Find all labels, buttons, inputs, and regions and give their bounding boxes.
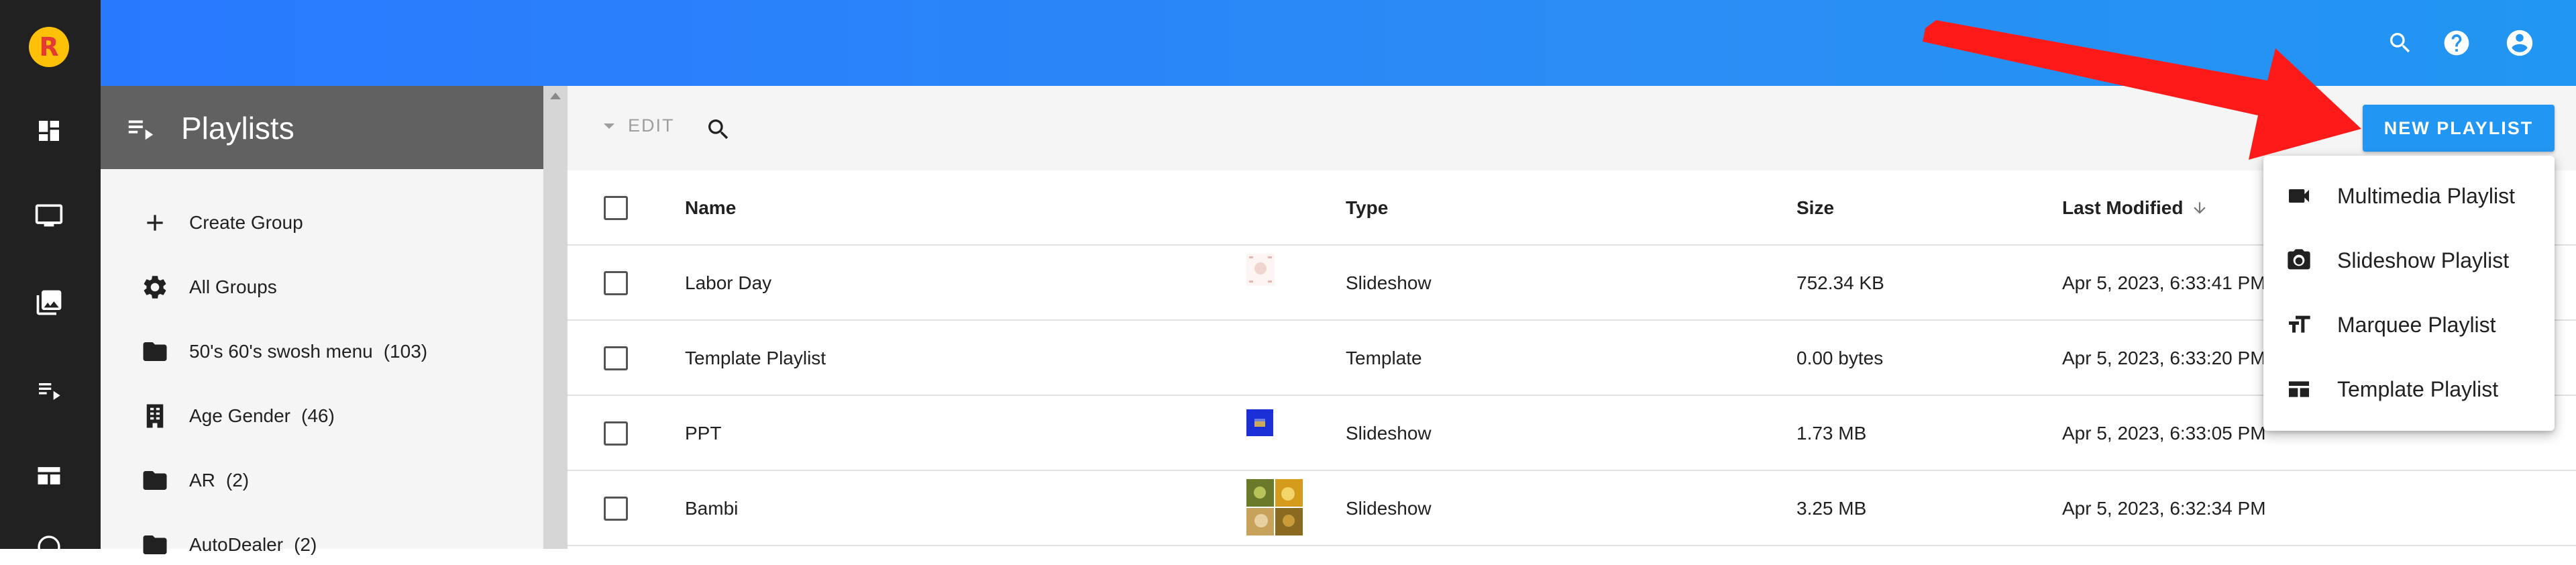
- menu-item-label: Slideshow Playlist: [2337, 248, 2510, 272]
- panel-scrollbar[interactable]: [543, 86, 568, 549]
- folder-icon: [138, 335, 172, 368]
- playlist-size: 752.34 KB: [1796, 272, 1884, 293]
- menu-item-template-playlist[interactable]: Template Playlist: [2263, 357, 2555, 421]
- playlist-size: 3.25 MB: [1796, 498, 1867, 519]
- playlist-modified: Apr 5, 2023, 6:33:05 PM: [2062, 423, 2266, 444]
- create-group-item[interactable]: Create Group: [138, 203, 303, 243]
- row-checkbox[interactable]: [604, 421, 628, 446]
- camera-icon: [2282, 244, 2316, 277]
- menu-item-multimedia-playlist[interactable]: Multimedia Playlist: [2263, 164, 2555, 228]
- folder-icon: [138, 464, 172, 497]
- menu-item-marquee-playlist[interactable]: Marquee Playlist: [2263, 293, 2555, 357]
- logo-letter: R: [39, 32, 59, 62]
- sort-descending-icon: [2194, 202, 2206, 214]
- menu-item-label: Marquee Playlist: [2337, 312, 2496, 337]
- new-playlist-menu: Multimedia Playlist Slideshow Playlist M…: [2263, 156, 2555, 431]
- group-label: 50's 60's swosh menu: [189, 341, 373, 362]
- new-playlist-button[interactable]: NEW PLAYLIST: [2363, 105, 2555, 152]
- playlist-type: Template: [1346, 348, 1422, 368]
- playlist-name: Labor Day: [685, 272, 772, 293]
- folder-icon: [138, 528, 172, 562]
- playlist-modified: Apr 5, 2023, 6:33:20 PM: [2062, 348, 2266, 368]
- table-row[interactable]: Bambi Slideshow 3.25 MB Apr 5, 2023, 6:3…: [568, 471, 2576, 546]
- all-groups-item[interactable]: All Groups: [138, 267, 277, 307]
- group-item[interactable]: 50's 60's swosh menu (103): [138, 331, 427, 372]
- playlist-type: Slideshow: [1346, 498, 1432, 519]
- playlist-size: 1.73 MB: [1796, 423, 1867, 444]
- column-last-modified-label: Last Modified: [2062, 197, 2184, 218]
- menu-item-slideshow-playlist[interactable]: Slideshow Playlist: [2263, 228, 2555, 293]
- playlist-name: Bambi: [685, 498, 739, 519]
- gear-icon: [138, 270, 172, 304]
- top-app-bar: [101, 0, 2576, 86]
- row-checkbox[interactable]: [604, 271, 628, 295]
- group-count: (46): [301, 405, 335, 426]
- group-label: AutoDealer: [189, 534, 284, 555]
- group-label: All Groups: [189, 276, 277, 297]
- plus-icon: [138, 206, 172, 240]
- edit-label: EDIT: [628, 115, 675, 136]
- app-logo[interactable]: R: [29, 27, 69, 67]
- playlist-icon: [125, 113, 156, 147]
- group-item[interactable]: Age Gender (46): [138, 396, 335, 436]
- column-name[interactable]: Name: [685, 197, 736, 219]
- scroll-up-arrow-icon[interactable]: [550, 93, 561, 99]
- playlist-size: 0.00 bytes: [1796, 348, 1884, 368]
- edit-button[interactable]: EDIT: [604, 115, 675, 136]
- group-count: (2): [294, 534, 317, 555]
- column-size[interactable]: Size: [1796, 197, 1834, 219]
- dashboard-icon[interactable]: [32, 114, 66, 148]
- group-label: Create Group: [189, 212, 303, 233]
- caret-down-icon: [604, 123, 614, 129]
- playlist-thumbnail: [1246, 409, 1273, 440]
- menu-item-label: Multimedia Playlist: [2337, 183, 2515, 208]
- group-item[interactable]: AutoDealer (2): [138, 525, 317, 565]
- more-icon[interactable]: [32, 530, 66, 564]
- playlist-name: Template Playlist: [685, 348, 826, 368]
- playlist-type: Slideshow: [1346, 423, 1432, 444]
- video-camera-icon: [2282, 179, 2316, 213]
- column-last-modified[interactable]: Last Modified: [2062, 197, 2208, 219]
- group-label: AR: [189, 470, 215, 491]
- playlist-thumbnail: [1246, 254, 1275, 289]
- media-library-icon[interactable]: [32, 286, 66, 319]
- group-count: (103): [383, 341, 428, 362]
- playlist-modified: Apr 5, 2023, 6:32:34 PM: [2062, 498, 2266, 519]
- playlist-name: PPT: [685, 423, 722, 444]
- template-icon: [2282, 372, 2316, 406]
- select-all-checkbox[interactable]: [604, 196, 628, 220]
- menu-item-label: Template Playlist: [2337, 376, 2499, 401]
- column-type[interactable]: Type: [1346, 197, 1388, 219]
- panel-title: Playlists: [181, 111, 294, 146]
- help-icon[interactable]: [2440, 27, 2473, 59]
- playlist-type: Slideshow: [1346, 272, 1432, 293]
- playlist-thumbnail: [1246, 479, 1303, 539]
- playlist-modified: Apr 5, 2023, 6:33:41 PM: [2062, 272, 2266, 293]
- app-rail: R: [0, 0, 101, 558]
- group-label: Age Gender: [189, 405, 290, 426]
- search-icon[interactable]: [2384, 27, 2416, 59]
- group-count: (2): [225, 470, 250, 491]
- monitor-icon[interactable]: [32, 199, 66, 232]
- playlist-groups-panel: Playlists Create Group All Groups 50's 6…: [101, 86, 543, 555]
- row-checkbox[interactable]: [604, 346, 628, 370]
- playlist-icon[interactable]: [32, 373, 66, 407]
- account-icon[interactable]: [2504, 27, 2536, 59]
- building-icon: [138, 399, 172, 433]
- panel-header: Playlists: [101, 86, 543, 169]
- layout-icon[interactable]: [32, 459, 66, 493]
- group-item[interactable]: AR (2): [138, 460, 249, 501]
- row-checkbox[interactable]: [604, 497, 628, 521]
- text-size-icon: [2282, 308, 2316, 342]
- search-icon[interactable]: [702, 113, 735, 146]
